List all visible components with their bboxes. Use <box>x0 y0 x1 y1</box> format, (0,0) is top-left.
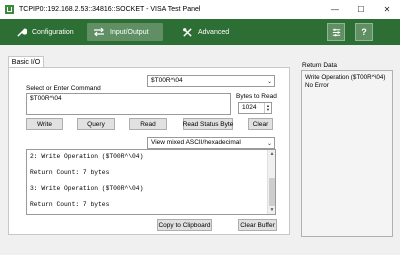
wrench-icon <box>16 27 27 38</box>
transfer-arrows-icon <box>93 27 105 37</box>
scroll-up-icon[interactable]: ▲ <box>268 150 275 158</box>
window-title: TCPIP0::192.168.2.53::34816::SOCKET - VI… <box>19 6 201 13</box>
input-output-label: Input/Output <box>110 28 149 36</box>
return-data-title: Return Data <box>302 62 338 69</box>
return-data-line: Write Operation ($T00R^\04) <box>305 74 386 81</box>
configuration-label: Configuration <box>32 28 74 36</box>
bytes-to-read-value: 1024 <box>242 104 257 111</box>
bytes-to-read-label: Bytes to Read <box>236 93 277 100</box>
scroll-down-icon[interactable]: ▼ <box>268 206 275 214</box>
output-log[interactable]: 2: Write Operation ($T00R^\04) Return Co… <box>26 149 276 215</box>
visa-test-panel-window: TCPIP0::192.168.2.53::34816::SOCKET - VI… <box>0 0 400 255</box>
output-scrollbar[interactable]: ▲ ▼ <box>267 150 275 214</box>
write-button[interactable]: Write <box>26 118 63 130</box>
return-data-line: No Error <box>305 82 329 89</box>
advanced-label: Advanced <box>198 28 230 36</box>
output-line: Return Count: 7 bytes <box>30 169 110 176</box>
configuration-tab[interactable]: Configuration <box>10 23 80 41</box>
view-mode-value: View mixed ASCII/hexadecimal <box>151 139 241 146</box>
spinner-arrows-icon[interactable]: ▲ ▼ <box>264 103 271 113</box>
output-line: Return Count: 7 bytes <box>30 201 110 208</box>
command-label: Select or Enter Command <box>26 85 101 92</box>
view-mode-combo[interactable]: View mixed ASCII/hexadecimal ⌄ <box>147 137 275 149</box>
command-history-combo[interactable]: $T00R^\04 ⌄ <box>147 75 275 87</box>
minimize-button[interactable]: — <box>322 0 348 19</box>
chevron-down-icon: ⌄ <box>266 140 273 147</box>
copy-to-clipboard-button[interactable]: Copy to Clipboard <box>157 219 212 231</box>
input-output-tab[interactable]: Input/Output <box>87 23 163 41</box>
tools-icon <box>182 27 193 38</box>
read-button[interactable]: Read <box>129 118 167 130</box>
advanced-tab[interactable]: Advanced <box>176 23 235 41</box>
sliders-icon <box>332 28 340 36</box>
query-button[interactable]: Query <box>77 118 115 130</box>
read-status-byte-button[interactable]: Read Status Byte <box>183 118 233 130</box>
output-line: 2: Write Operation ($T00R^\04) <box>30 153 144 160</box>
command-history-value: $T00R^\04 <box>151 77 183 84</box>
bytes-to-read-input[interactable]: 1024 ▲ ▼ <box>238 102 272 114</box>
scrollbar-thumb[interactable] <box>269 178 275 206</box>
main-toolbar: Configuration Input/Output Advanced ? <box>0 19 400 45</box>
return-data-panel: Write Operation ($T00R^\04) No Error <box>301 70 393 237</box>
help-button[interactable]: ? <box>355 23 373 41</box>
command-input[interactable]: $T00R^\04 <box>26 93 231 115</box>
clear-button[interactable]: Clear <box>248 118 273 130</box>
chevron-down-icon: ⌄ <box>266 78 273 85</box>
output-line: 3: Write Operation ($T00R^\04) <box>30 185 144 192</box>
close-button[interactable]: ✕ <box>374 0 400 19</box>
app-logo-icon <box>5 5 14 14</box>
title-bar: TCPIP0::192.168.2.53::34816::SOCKET - VI… <box>0 0 400 19</box>
settings-toggle-button[interactable] <box>327 23 345 41</box>
clear-buffer-button[interactable]: Clear Buffer <box>238 219 277 231</box>
maximize-button[interactable]: ☐ <box>348 0 374 19</box>
